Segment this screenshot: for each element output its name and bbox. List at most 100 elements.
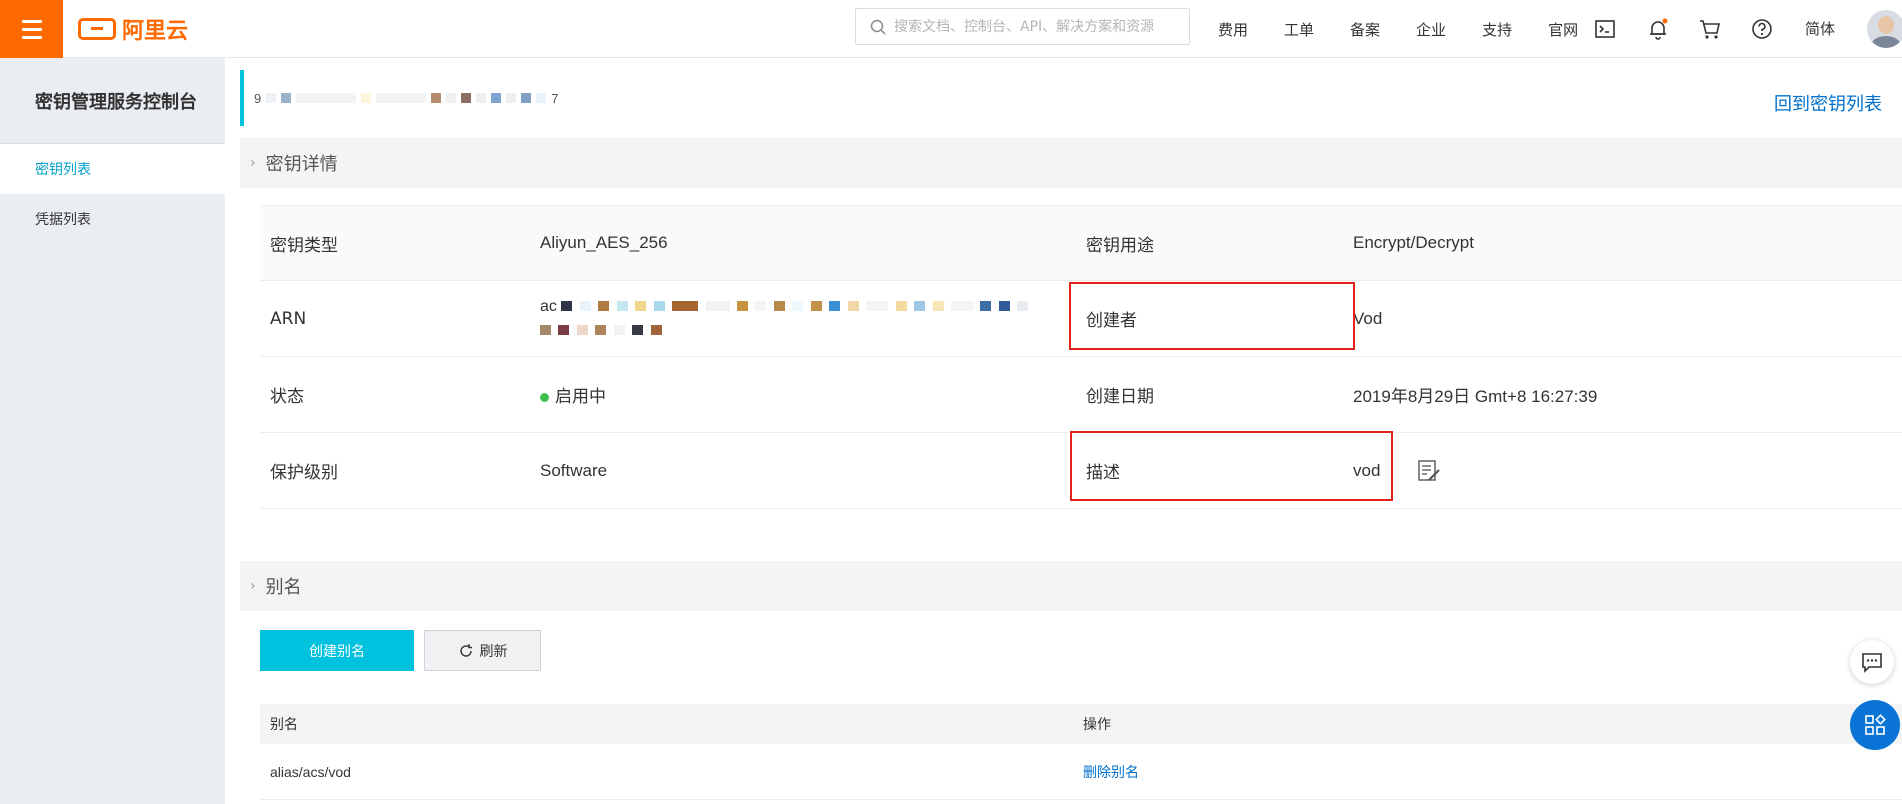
apps-icon: [1865, 714, 1886, 735]
redaction-block: [847, 301, 859, 312]
chat-icon: [1862, 653, 1882, 673]
detail-label: 密钥用途: [1086, 235, 1154, 256]
edit-icon[interactable]: [1416, 458, 1442, 484]
redaction-block: [579, 301, 591, 312]
redaction-block: [461, 93, 472, 103]
logo-mark-icon: [78, 18, 116, 40]
key-details-table: 密钥类型 Aliyun_AES_256 密钥用途 Encrypt/Decrypt…: [260, 205, 1902, 509]
redaction-block: [616, 301, 628, 312]
apps-button[interactable]: [1850, 700, 1900, 750]
section-title: 密钥详情: [265, 154, 338, 175]
section-alias[interactable]: › 别名: [240, 561, 1902, 611]
redaction-block: [950, 301, 973, 312]
redaction-block: [932, 301, 944, 312]
redaction-block: [576, 325, 588, 336]
nav-support[interactable]: 支持: [1482, 19, 1512, 40]
section-title: 别名: [265, 577, 302, 598]
refresh-button[interactable]: 刷新: [424, 630, 541, 671]
detail-label: 创建日期: [1086, 387, 1154, 407]
creator-value: Vod: [1353, 308, 1383, 328]
created-date-value: 2019年8月29日 Gmt+8 16:27:39: [1353, 387, 1598, 406]
section-key-details[interactable]: › 密钥详情: [240, 138, 1902, 188]
redaction-block: [266, 93, 277, 103]
detail-label: 创建者: [1086, 311, 1137, 331]
redaction-block: [521, 93, 532, 103]
table-header: 别名 操作: [260, 704, 1902, 744]
redaction-block: [705, 301, 730, 312]
redaction-block: [540, 325, 551, 336]
action-cell: 删除别名: [1073, 762, 1902, 782]
redaction-block: [536, 93, 547, 103]
detail-value: Software: [540, 460, 608, 480]
sidebar: 密钥管理服务控制台 密钥列表 凭据列表: [0, 58, 225, 804]
detail-value: 2019年8月29日 Gmt+8 16:27:39: [1343, 382, 1902, 407]
detail-row: 保护级别 Software 描述 vod: [260, 433, 1902, 509]
redaction-block: [755, 301, 767, 312]
redaction-block: [446, 93, 457, 103]
search-icon: [870, 19, 886, 35]
aliyun-logo[interactable]: 阿里云: [78, 13, 188, 45]
status-text: 启用中: [555, 387, 606, 406]
nav-icp[interactable]: 备案: [1350, 19, 1380, 40]
main-content: 9 7 回到密钥列表 › 密钥详情 密钥类型 Aliyun_AES_256 密钥…: [240, 58, 1902, 804]
detail-value: Aliyun_AES_256: [540, 233, 668, 252]
language-switch[interactable]: 简体: [1805, 18, 1835, 39]
menu-icon[interactable]: [0, 0, 63, 58]
search-box[interactable]: [855, 8, 1190, 45]
arn-prefix: ac: [540, 297, 557, 315]
redaction-block: [281, 93, 292, 103]
redaction-block: [561, 301, 573, 312]
detail-label: 密钥类型: [270, 235, 338, 256]
detail-value: vod: [1343, 458, 1902, 484]
alias-cell: alias/acs/vod: [270, 763, 351, 780]
refresh-label: 刷新: [479, 643, 508, 660]
column-header-action: 操作: [1083, 717, 1111, 733]
detail-value: Encrypt/Decrypt: [1343, 233, 1902, 253]
redaction-block: [476, 93, 487, 103]
redaction-block: [613, 325, 625, 336]
redaction-block: [736, 301, 748, 312]
nav-tickets[interactable]: 工单: [1284, 19, 1314, 40]
terminal-icon[interactable]: [1593, 17, 1617, 41]
delete-alias-link[interactable]: 删除别名: [1083, 765, 1139, 781]
nav-fees[interactable]: 费用: [1218, 19, 1248, 40]
avatar[interactable]: [1867, 10, 1902, 48]
arn-value: ac: [530, 295, 1073, 343]
sidebar-item-secret-list[interactable]: 凭据列表: [0, 194, 225, 244]
redaction-block: [980, 301, 992, 312]
redaction-block: [296, 93, 357, 103]
detail-row: ARN ac 创建者 Vod: [260, 281, 1902, 357]
back-to-key-list-link[interactable]: 回到密钥列表: [1774, 90, 1882, 116]
redaction-block: [376, 93, 427, 103]
key-id: 9 7: [254, 91, 558, 106]
redaction-block: [595, 325, 607, 336]
status-value: 启用中: [530, 382, 1073, 407]
redaction-block: [361, 93, 372, 103]
nav-official-site[interactable]: 官网: [1548, 19, 1578, 40]
nav-enterprise[interactable]: 企业: [1416, 19, 1446, 40]
key-id-suffix: 7: [551, 90, 559, 106]
refresh-icon: [459, 643, 472, 657]
sidebar-item-key-list[interactable]: 密钥列表: [0, 144, 225, 194]
detail-row: 密钥类型 Aliyun_AES_256 密钥用途 Encrypt/Decrypt: [260, 205, 1902, 281]
help-icon[interactable]: [1750, 17, 1774, 41]
description-value: vod: [1353, 460, 1381, 480]
cart-icon[interactable]: [1698, 17, 1722, 41]
redaction-block: [810, 301, 822, 312]
detail-label: ARN: [270, 308, 307, 329]
chevron-right-icon: ›: [250, 578, 256, 594]
redaction-block: [598, 301, 610, 312]
create-alias-button[interactable]: 创建别名: [260, 630, 414, 671]
logo-text: 阿里云: [122, 19, 189, 44]
redaction-block: [914, 301, 926, 312]
key-usage-value: Encrypt/Decrypt: [1353, 233, 1474, 252]
search-input[interactable]: [894, 18, 1184, 35]
detail-label: 描述: [1086, 463, 1120, 483]
redaction-block: [491, 93, 502, 103]
redaction-block: [558, 325, 570, 336]
key-id-prefix: 9: [254, 90, 262, 106]
redaction-block: [866, 301, 889, 312]
chat-button[interactable]: [1850, 640, 1894, 684]
bell-icon[interactable]: [1646, 17, 1670, 41]
alias-table: 别名 操作 alias/acs/vod 删除别名: [260, 704, 1902, 800]
